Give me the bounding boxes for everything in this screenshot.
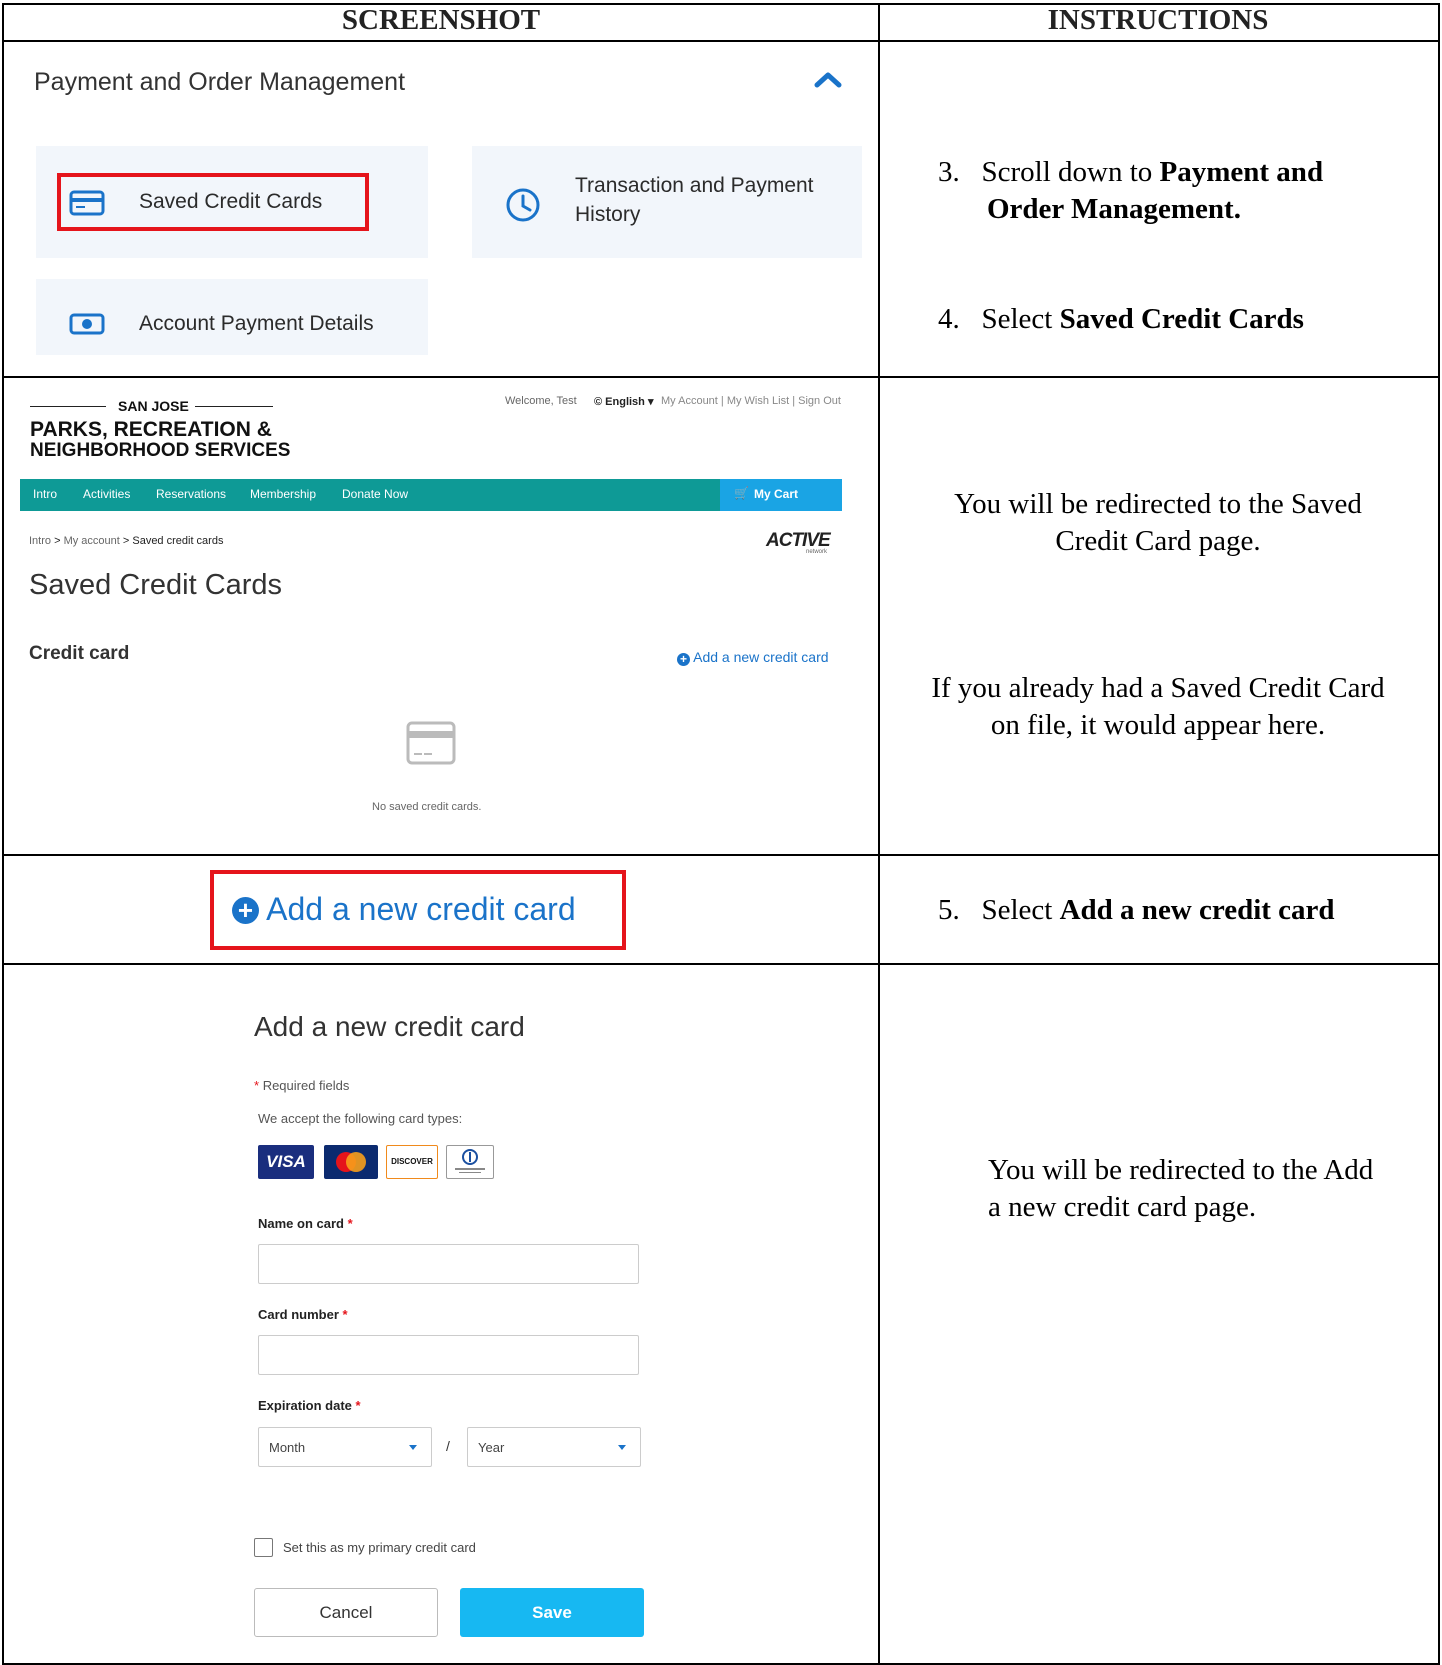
step-5-text: 5. Select Add a new credit card (938, 892, 1335, 929)
redirect-note-1-line2: Credit Card page. (1055, 525, 1261, 557)
language-selector[interactable]: © English ▾ (594, 395, 653, 408)
welcome-text: Welcome, Test (505, 395, 577, 407)
top-navigation: Intro Activities Reservations Membership… (20, 479, 842, 511)
breadcrumb-my-account[interactable]: My account (64, 535, 120, 547)
site-org-line2: NEIGHBORHOOD SERVICES (30, 440, 291, 461)
add-credit-card-zoom-label: Add a new credit card (266, 891, 576, 927)
my-cart-button[interactable]: 🛒 My Cart (720, 479, 842, 511)
discover-card-icon: DISCOVER (386, 1145, 438, 1179)
expiration-date-label-text: Expiration date (258, 1398, 352, 1413)
form-title: Add a new credit card (254, 1011, 525, 1042)
step-5-number: 5. (938, 894, 960, 926)
card-number-label: Card number * (258, 1307, 348, 1322)
credit-card-icon (69, 190, 105, 216)
step-4-prefix: Select (981, 303, 1060, 335)
add-credit-card-zoom-button[interactable]: + Add a new credit card (232, 891, 576, 928)
plus-circle-icon: + (677, 653, 690, 666)
card-number-input[interactable] (258, 1335, 639, 1375)
existing-card-note: If you already had a Saved Credit Card o… (878, 670, 1438, 744)
saved-credit-cards-label[interactable]: Saved Credit Cards (139, 190, 322, 214)
nav-donate[interactable]: Donate Now (342, 487, 408, 501)
plus-circle-icon: + (232, 897, 259, 924)
nav-reservations[interactable]: Reservations (156, 487, 226, 501)
cart-icon: 🛒 (734, 486, 749, 500)
diners-club-card-icon (446, 1145, 494, 1179)
existing-card-note-line2: on file, it would appear here. (990, 709, 1326, 741)
cancel-button[interactable]: Cancel (254, 1588, 438, 1637)
accepted-cards-note: We accept the following card types: (258, 1111, 463, 1126)
mastercard-card-icon (324, 1145, 378, 1179)
site-city: SAN JOSE (118, 398, 189, 414)
step-4-number: 4. (938, 303, 960, 335)
name-on-card-input[interactable] (258, 1244, 639, 1284)
transaction-history-label-line1[interactable]: Transaction and Payment (575, 174, 814, 198)
year-select[interactable]: Year (467, 1427, 641, 1467)
existing-card-note-line1: If you already had a Saved Credit Card (931, 672, 1385, 704)
empty-state-text: No saved credit cards. (372, 801, 482, 813)
account-links[interactable]: My Account | My Wish List | Sign Out (661, 395, 841, 407)
redirect-note-1-line1: You will be redirected to the Saved (954, 488, 1362, 520)
redirect-note-2-line1: You will be redirected to the Add (988, 1154, 1374, 1186)
account-payment-details-label[interactable]: Account Payment Details (139, 312, 374, 336)
add-credit-card-link-label: Add a new credit card (693, 649, 829, 665)
payment-section-title: Payment and Order Management (34, 68, 406, 96)
cart-label: My Cart (754, 487, 799, 501)
row-divider (4, 854, 1438, 856)
primary-card-label[interactable]: Set this as my primary credit card (283, 1540, 476, 1555)
instructions-column-header: INSTRUCTIONS (1047, 4, 1269, 36)
row-divider (4, 40, 1438, 42)
transaction-history-label-line2[interactable]: History (575, 203, 640, 227)
credit-card-section-label: Credit card (29, 643, 130, 664)
name-on-card-label: Name on card * (258, 1216, 353, 1231)
divider-line (30, 406, 106, 407)
step-3-bold-1: Payment and (1159, 156, 1324, 188)
nav-intro[interactable]: Intro (33, 487, 57, 501)
empty-card-icon (406, 721, 456, 765)
breadcrumb: Intro > My account > Saved credit cards (29, 535, 224, 547)
card-number-label-text: Card number (258, 1307, 339, 1322)
expiration-date-label: Expiration date * (258, 1398, 361, 1413)
active-logo-sub: network (806, 549, 828, 555)
chevron-down-icon (618, 1445, 626, 1450)
redirect-note-1: You will be redirected to the Saved Cred… (878, 486, 1438, 560)
screenshot-column-header: SCREENSHOT (341, 4, 541, 36)
step-3-number: 3. (938, 156, 960, 188)
chevron-up-icon[interactable] (814, 70, 842, 88)
step-4-text: 4. Select Saved Credit Cards (938, 301, 1304, 338)
column-divider (878, 5, 880, 1663)
add-credit-card-link[interactable]: + Add a new credit card (677, 649, 829, 666)
required-note: * Required fields (254, 1078, 350, 1093)
chevron-down-icon (409, 1445, 417, 1450)
primary-card-checkbox[interactable] (254, 1538, 273, 1557)
required-note-label: Required fields (262, 1078, 350, 1093)
step-3-text: 3. Scroll down to Payment and Order Mana… (938, 154, 1323, 228)
step-3-bold-2: Order Management. (987, 193, 1241, 225)
page-title: Saved Credit Cards (29, 569, 283, 601)
step-4-bold: Saved Credit Cards (1059, 303, 1304, 335)
save-button[interactable]: Save (460, 1588, 644, 1637)
step-3-prefix: Scroll down to (981, 156, 1160, 188)
step-5-bold: Add a new credit card (1059, 894, 1335, 926)
nav-activities[interactable]: Activities (83, 487, 130, 501)
row-divider (4, 376, 1438, 378)
date-separator: / (446, 1438, 450, 1454)
step-5-prefix: Select (981, 894, 1060, 926)
year-select-value: Year (478, 1440, 505, 1455)
month-select-value: Month (269, 1440, 306, 1455)
money-icon (69, 313, 105, 335)
nav-membership[interactable]: Membership (250, 487, 316, 501)
redirect-note-2-line2: a new credit card page. (988, 1191, 1257, 1223)
site-org-line1: PARKS, RECREATION & (30, 418, 272, 441)
divider-line (195, 406, 273, 407)
clock-icon (506, 188, 540, 222)
name-on-card-label-text: Name on card (258, 1216, 344, 1231)
language-label: English (605, 396, 645, 408)
visa-card-icon: VISA (258, 1145, 314, 1179)
row-divider (4, 963, 1438, 965)
redirect-note-2: You will be redirected to the Add a new … (988, 1152, 1373, 1226)
breadcrumb-intro[interactable]: Intro (29, 535, 51, 547)
breadcrumb-current: Saved credit cards (132, 535, 224, 547)
month-select[interactable]: Month (258, 1427, 432, 1467)
globe-icon: © (594, 396, 603, 408)
